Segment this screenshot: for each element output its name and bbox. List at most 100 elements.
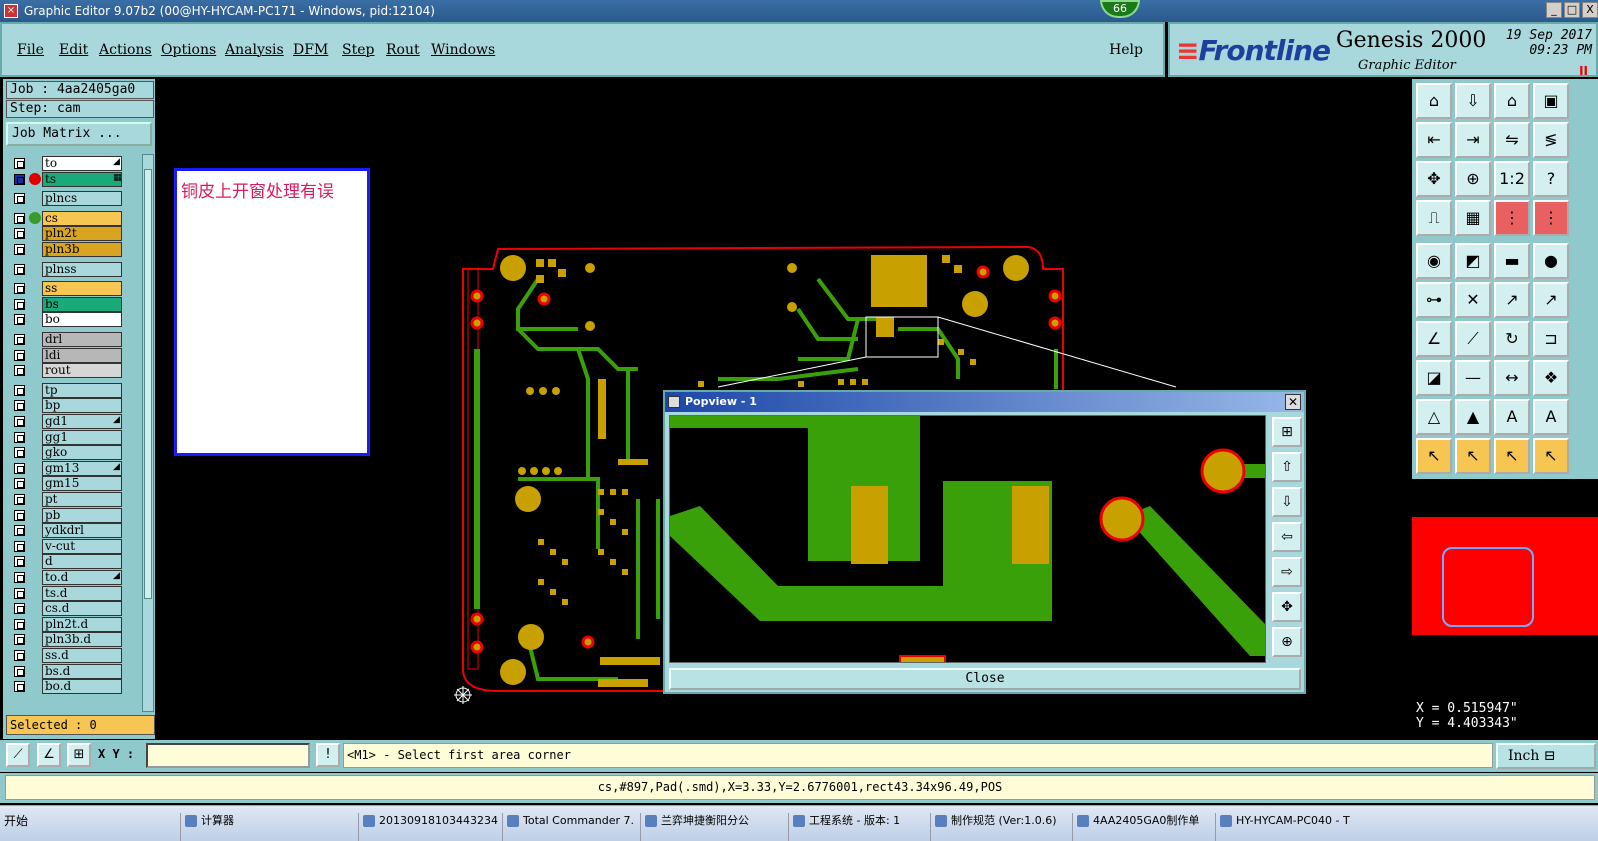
layer-name[interactable]: pln2t.d [42, 616, 122, 632]
layer-checkbox[interactable] [14, 314, 25, 326]
ruler-icon[interactable]: ⎍ [1416, 200, 1452, 236]
close-window-button[interactable]: X [1582, 2, 1598, 18]
layer-name[interactable]: pln3b [42, 242, 122, 257]
pointer3-icon[interactable]: ↖ [1494, 438, 1530, 474]
layer-row[interactable]: tp [9, 382, 141, 398]
layer-name[interactable]: ss.d [42, 648, 122, 663]
triangle-icon[interactable]: △ [1416, 399, 1452, 435]
layer-row[interactable]: ydkdrl [9, 523, 141, 539]
line-point2-icon[interactable]: ↗ [1533, 282, 1569, 318]
layer-checkbox[interactable] [14, 650, 25, 661]
layer-row[interactable]: pln2t [9, 226, 141, 242]
taskbar-item[interactable]: HY-HYCAM-PC040 - T [1215, 813, 1365, 841]
layer-row[interactable]: pln2t.d [9, 616, 141, 632]
layer-row[interactable]: pln3b [9, 242, 141, 257]
layer-row[interactable]: ts.d [9, 585, 141, 601]
layer-checkbox[interactable] [14, 572, 25, 583]
layer-checkbox[interactable] [14, 263, 25, 275]
layer-checkbox[interactable] [14, 634, 25, 646]
layer-name[interactable]: gko [42, 445, 122, 461]
pan-left-icon[interactable]: ⇤ [1416, 122, 1452, 158]
taskbar-item[interactable]: 4AA2405GA0制作单 [1072, 813, 1210, 841]
circle-icon[interactable]: ● [1533, 243, 1569, 279]
layer-row[interactable]: ts ▦ [9, 171, 141, 187]
layer-name[interactable]: bo [42, 312, 122, 328]
popview-center-icon[interactable]: ⊕ [1272, 627, 1302, 657]
measure-mode-icon[interactable]: ∠ [37, 743, 61, 767]
home-icon[interactable]: ⌂ [1494, 83, 1530, 119]
layer-row[interactable]: pb [9, 507, 141, 523]
layer-name[interactable]: pln2t [42, 226, 122, 242]
layer-name[interactable]: gm13 [42, 460, 122, 476]
line-point-icon[interactable]: ↗ [1494, 282, 1530, 318]
layer-name[interactable]: cs [42, 210, 122, 226]
layer-row[interactable]: plnss [9, 261, 141, 277]
layer-name[interactable]: to.d [42, 570, 122, 585]
layer-checkbox[interactable] [14, 334, 25, 345]
layer-name[interactable]: gd1 [42, 414, 122, 429]
layer-name[interactable]: bo.d [42, 679, 122, 695]
grid-icon[interactable]: ▦ [1455, 200, 1491, 236]
menu-step[interactable]: Step [342, 42, 374, 58]
layer-name[interactable]: drl [42, 332, 122, 347]
dimension-icon[interactable]: ↔ [1494, 360, 1530, 396]
popview-canvas[interactable] [669, 415, 1266, 663]
cross-icon[interactable]: ✕ [1455, 282, 1491, 318]
zoom-out-icon[interactable]: ⇩ [1455, 83, 1491, 119]
layer-name[interactable]: rout [42, 363, 122, 379]
popview-right-icon[interactable]: ⇨ [1272, 557, 1302, 587]
layer-row[interactable]: ldi [9, 347, 141, 363]
menu-windows[interactable]: Windows [431, 42, 495, 58]
menu-analysis[interactable]: Analysis [225, 42, 284, 58]
route-icon[interactable]: ⊐ [1533, 321, 1569, 357]
layer-name[interactable]: ydkdrl [42, 523, 122, 539]
maximize-button[interactable]: □ [1564, 2, 1580, 18]
text-a2-icon[interactable]: A [1533, 399, 1569, 435]
layer-row[interactable]: bs.d [9, 663, 141, 679]
layer-row[interactable]: to ◢ [9, 156, 141, 171]
layer-name[interactable]: pb [42, 507, 122, 523]
layer-row[interactable]: plncs [9, 191, 141, 207]
layer-checkbox[interactable] [14, 283, 25, 295]
menu-edit[interactable]: Edit [59, 42, 88, 58]
layer-checkbox[interactable] [14, 447, 25, 459]
dash-icon[interactable]: — [1455, 360, 1491, 396]
layer-row[interactable]: cs [9, 210, 141, 226]
fit-icon[interactable]: ✥ [1416, 161, 1452, 197]
popview-close-icon[interactable]: ✕ [1285, 394, 1301, 410]
mirror-icon[interactable]: ⇋ [1494, 122, 1530, 158]
layer-name[interactable]: bs.d [42, 663, 122, 679]
layer-checkbox[interactable] [14, 509, 25, 521]
layer-checkbox[interactable] [14, 478, 25, 490]
layer-checkbox[interactable] [14, 384, 25, 396]
triangle2-icon[interactable]: ▲ [1455, 399, 1491, 435]
layer-row[interactable]: cs.d [9, 601, 141, 617]
layer-row[interactable]: bs [9, 296, 141, 312]
layer-name[interactable]: pln3b.d [42, 632, 122, 648]
layer-name[interactable]: pt [42, 492, 122, 507]
layer-checkbox[interactable] [14, 540, 25, 552]
layer-name[interactable]: bp [42, 398, 122, 414]
overview-viewport[interactable] [1442, 547, 1534, 627]
layer-name[interactable]: gg1 [42, 429, 122, 445]
group-icon[interactable]: ❖ [1533, 360, 1569, 396]
grid-mode-icon[interactable]: ⊞ [67, 743, 91, 767]
window-icon[interactable]: ▣ [1533, 83, 1569, 119]
layer-checkbox[interactable] [14, 193, 25, 205]
layer-checkbox[interactable] [14, 212, 25, 224]
layer-row[interactable]: pln3b.d [9, 632, 141, 648]
layer-checkbox[interactable] [14, 349, 25, 361]
menu-dfm[interactable]: DFM [293, 42, 328, 58]
popview-title-bar[interactable]: Popview - 1 ✕ [665, 392, 1304, 412]
text-a-icon[interactable]: A [1494, 399, 1530, 435]
center-icon[interactable]: ⊕ [1455, 161, 1491, 197]
layer-name[interactable]: bs [42, 296, 122, 312]
layer-name[interactable]: cs.d [42, 601, 122, 617]
popview-pan-icon[interactable]: ✥ [1272, 592, 1302, 622]
layer-checkbox[interactable] [14, 158, 25, 169]
layer-checkbox[interactable] [14, 681, 25, 693]
scale-icon[interactable]: 1:2 [1494, 161, 1530, 197]
select-area-icon[interactable]: ◉ [1416, 243, 1452, 279]
layer-row[interactable]: gko [9, 445, 141, 461]
popview-down-icon[interactable]: ⇩ [1272, 487, 1302, 517]
